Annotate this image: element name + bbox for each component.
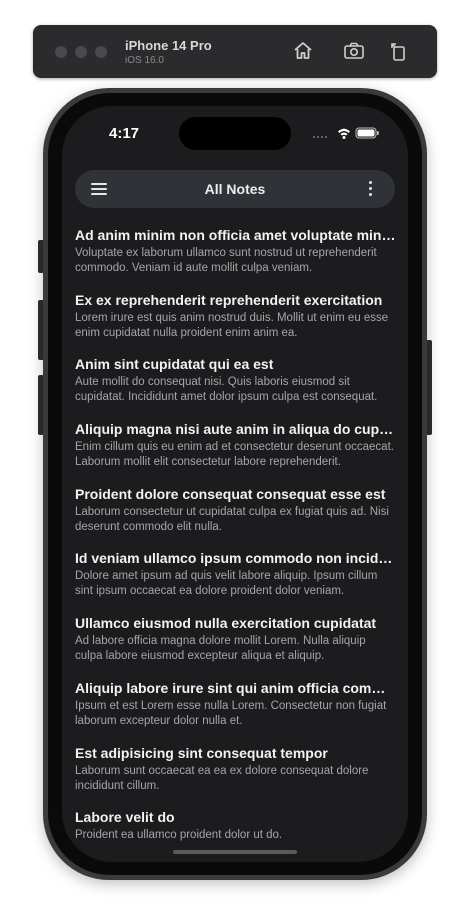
app-bar: All Notes	[75, 170, 395, 208]
note-title: Ex ex reprehenderit reprehenderit exerci…	[75, 291, 383, 308]
note-title: Anim sint cupidatat qui ea est	[75, 356, 274, 373]
simulator-toolbar: iPhone 14 Pro iOS 16.0	[33, 25, 437, 78]
close-window-button[interactable]	[55, 46, 67, 58]
more-vertical-icon[interactable]	[361, 176, 381, 202]
note-item[interactable]: Ex ex reprehenderit reprehenderit exerci…	[75, 291, 396, 356]
note-item[interactable]: Aliquip labore irure sint qui anim offic…	[75, 679, 396, 744]
home-icon[interactable]	[291, 39, 315, 63]
screenshot-icon[interactable]	[342, 39, 366, 63]
note-item[interactable]: Ullamco eiusmod nulla exercitation cupid…	[75, 614, 396, 679]
note-title: Est adipisicing sint consequat tempor	[75, 744, 328, 761]
note-item[interactable]: Anim sint cupidatat qui ea est Aute moll…	[75, 355, 396, 420]
note-preview: Dolore amet ipsum ad quis velit labore a…	[75, 570, 378, 598]
battery-icon	[355, 127, 379, 139]
note-title: Aliquip magna nisi aute anim in aliqua d…	[75, 421, 396, 438]
note-preview: Aute mollit do consequat nisi. Quis labo…	[75, 376, 378, 404]
note-item[interactable]: Est adipisicing sint consequat tempor La…	[75, 744, 396, 809]
note-preview: Proident ea ullamco proident dolor ut do…	[75, 829, 283, 842]
rotate-icon[interactable]	[387, 39, 411, 63]
note-item[interactable]: Proident dolore consequat consequat esse…	[75, 485, 396, 550]
note-title: Aliquip labore irure sint qui anim offic…	[75, 679, 396, 696]
device-os-version: iOS 16.0	[125, 55, 164, 66]
page-title: All Notes	[204, 181, 266, 197]
cellular-icon	[312, 135, 328, 139]
note-title: Id veniam ullamco ipsum commodo non inci…	[75, 550, 396, 567]
note-preview: Voluptate ex laborum ullamco sunt nostru…	[75, 247, 377, 274]
minimize-window-button[interactable]	[75, 46, 87, 58]
note-title: Ullamco eiusmod nulla exercitation cupid…	[75, 615, 377, 632]
dynamic-island	[179, 117, 291, 150]
note-preview: Ipsum et est Lorem esse nulla Lorem. Con…	[75, 699, 387, 727]
note-item[interactable]: Aliquip magna nisi aute anim in aliqua d…	[75, 420, 396, 485]
note-preview: Laborum consectetur ut cupidatat culpa e…	[75, 505, 389, 533]
zoom-window-button[interactable]	[95, 46, 107, 58]
note-preview: Laborum sunt occaecat ea ea ex dolore co…	[75, 764, 369, 792]
note-item[interactable]: Id veniam ullamco ipsum commodo non inci…	[75, 549, 396, 614]
note-preview: Ad labore officia magna dolore mollit Lo…	[75, 635, 366, 663]
note-item[interactable]: Ad anim minim non officia amet voluptate…	[75, 226, 396, 291]
note-title: Labore velit do	[75, 809, 175, 826]
status-time: 4:17	[109, 125, 140, 142]
notes-list: Ad anim minim non officia amet voluptate…	[75, 226, 396, 862]
wifi-icon	[338, 128, 350, 139]
note-preview: Lorem irure est quis anim nostrud duis. …	[75, 311, 389, 339]
home-indicator[interactable]	[173, 850, 297, 854]
status-icons	[312, 126, 382, 140]
note-title: Ad anim minim non officia amet voluptate…	[75, 227, 396, 243]
device-name: iPhone 14 Pro	[125, 38, 212, 53]
note-preview: Enim cillum quis eu enim ad et consectet…	[75, 441, 394, 469]
phone-screen: 4:17 All Notes Ad anim minim non officia…	[62, 106, 408, 862]
note-title: Proident dolore consequat consequat esse…	[75, 485, 386, 502]
